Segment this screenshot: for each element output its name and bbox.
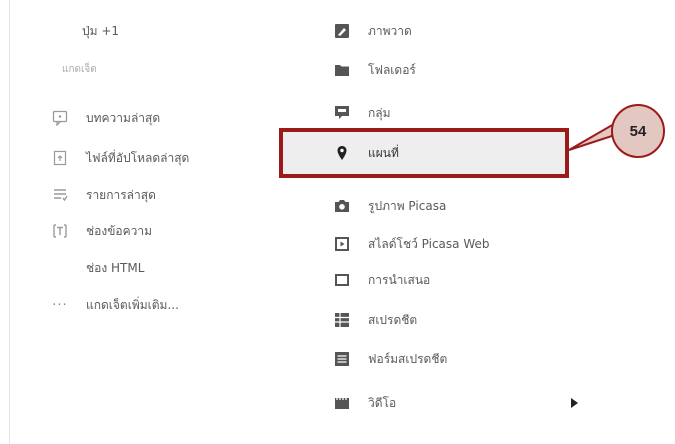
callout-number-badge: 54 [611, 104, 665, 158]
insert-menu: ปุ่ม +1 แกดเจ็ต บทความล่าสุด ไฟล์ที่อัปโ… [0, 0, 675, 444]
callout-pointer [568, 122, 616, 151]
